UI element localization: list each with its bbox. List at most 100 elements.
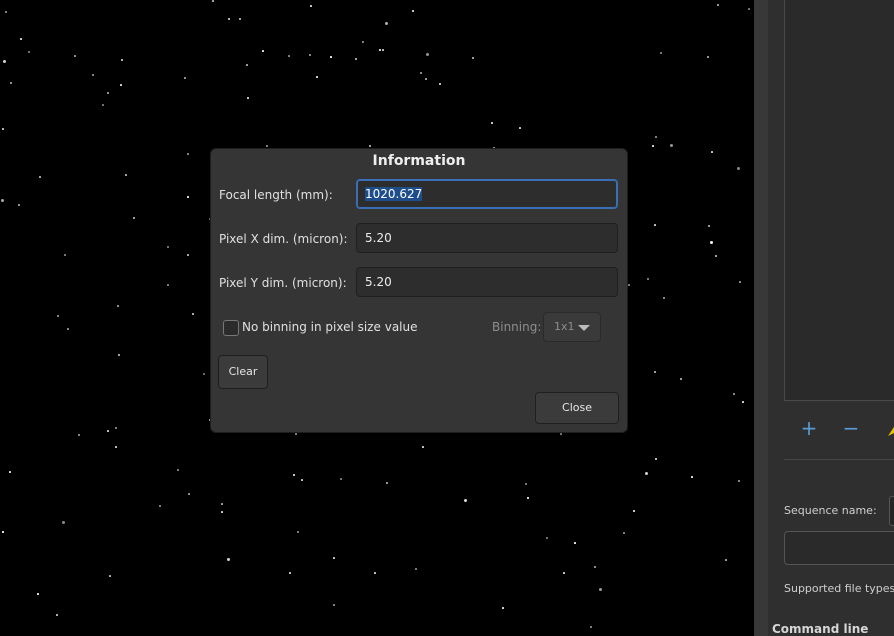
binning-select[interactable]: 1x1 bbox=[543, 312, 601, 342]
star bbox=[221, 511, 223, 513]
star bbox=[64, 254, 66, 256]
star bbox=[1, 199, 4, 202]
star bbox=[187, 153, 189, 155]
star bbox=[309, 54, 311, 56]
remove-icon[interactable]: − bbox=[839, 416, 863, 440]
star bbox=[560, 433, 562, 435]
pixel-x-label: Pixel X dim. (micron): bbox=[219, 232, 348, 246]
star bbox=[420, 72, 422, 74]
star bbox=[439, 83, 441, 85]
sequence-name-input[interactable] bbox=[889, 496, 894, 526]
star bbox=[177, 469, 179, 471]
star bbox=[120, 84, 122, 86]
star bbox=[655, 458, 657, 460]
star bbox=[28, 51, 30, 53]
star bbox=[78, 434, 80, 436]
star bbox=[2, 531, 4, 533]
focal-length-label: Focal length (mm): bbox=[219, 188, 333, 202]
star bbox=[374, 572, 376, 574]
no-binning-checkbox[interactable] bbox=[223, 320, 239, 336]
star bbox=[725, 559, 727, 561]
star bbox=[599, 588, 602, 591]
pixel-y-input[interactable]: 5.20 bbox=[356, 267, 618, 297]
star bbox=[340, 478, 342, 480]
star bbox=[546, 537, 548, 539]
star bbox=[62, 521, 65, 524]
star bbox=[707, 56, 709, 58]
star bbox=[2, 128, 4, 130]
star bbox=[386, 482, 388, 484]
star bbox=[203, 373, 205, 375]
supported-file-types-label: Supported file types bbox=[784, 582, 894, 595]
star bbox=[654, 224, 656, 226]
star bbox=[464, 499, 467, 502]
star bbox=[663, 297, 665, 299]
star bbox=[680, 378, 682, 380]
star bbox=[18, 204, 20, 206]
no-binning-label[interactable]: No binning in pixel size value bbox=[242, 320, 418, 334]
star bbox=[187, 254, 189, 256]
star bbox=[310, 5, 312, 7]
star bbox=[167, 284, 169, 286]
star bbox=[118, 354, 120, 356]
panel-divider[interactable] bbox=[754, 0, 768, 636]
star bbox=[266, 145, 268, 147]
command-line-label: Command line bbox=[772, 622, 869, 636]
star bbox=[227, 558, 230, 561]
star bbox=[102, 104, 104, 106]
star bbox=[715, 255, 717, 257]
star bbox=[247, 97, 249, 99]
star bbox=[295, 433, 297, 435]
star bbox=[74, 55, 76, 57]
binning-label: Binning: bbox=[492, 320, 542, 334]
star bbox=[519, 127, 521, 129]
binning-value: 1x1 bbox=[554, 320, 575, 333]
dialog-title: Information bbox=[372, 153, 466, 169]
pixel-x-input[interactable]: 5.20 bbox=[356, 223, 618, 253]
star bbox=[708, 225, 710, 227]
star bbox=[733, 393, 735, 395]
star bbox=[652, 145, 654, 147]
star bbox=[239, 18, 241, 20]
star bbox=[121, 59, 123, 61]
sequence-name-label: Sequence name: bbox=[784, 504, 877, 517]
star bbox=[221, 503, 223, 505]
star bbox=[525, 483, 527, 485]
star bbox=[426, 53, 429, 56]
add-icon[interactable]: + bbox=[797, 416, 821, 440]
text-field[interactable] bbox=[784, 531, 894, 565]
star bbox=[415, 568, 417, 570]
star bbox=[330, 56, 332, 58]
star bbox=[502, 607, 504, 609]
pencil-icon[interactable] bbox=[884, 418, 894, 438]
clear-button[interactable]: Clear bbox=[218, 355, 268, 389]
star bbox=[115, 427, 117, 429]
star bbox=[92, 74, 94, 76]
star bbox=[691, 476, 693, 478]
star bbox=[192, 313, 194, 315]
star bbox=[333, 604, 335, 606]
star bbox=[412, 10, 414, 12]
star bbox=[737, 167, 740, 170]
star bbox=[37, 593, 39, 595]
star bbox=[9, 471, 11, 473]
star bbox=[382, 49, 384, 51]
star bbox=[117, 305, 119, 307]
star bbox=[10, 82, 12, 84]
pixel-y-label: Pixel Y dim. (micron): bbox=[219, 276, 347, 290]
star bbox=[5, 11, 7, 13]
focal-length-input[interactable]: 1020.627 bbox=[356, 179, 618, 209]
star bbox=[297, 531, 299, 533]
star bbox=[670, 144, 673, 147]
star bbox=[107, 92, 109, 94]
star bbox=[660, 52, 662, 54]
close-button[interactable]: Close bbox=[535, 392, 619, 424]
star bbox=[563, 572, 565, 574]
sequence-list[interactable] bbox=[784, 0, 894, 401]
star bbox=[647, 278, 649, 280]
star bbox=[188, 493, 190, 495]
star bbox=[710, 241, 713, 244]
star bbox=[527, 497, 529, 499]
star bbox=[422, 446, 424, 448]
star bbox=[717, 4, 719, 6]
